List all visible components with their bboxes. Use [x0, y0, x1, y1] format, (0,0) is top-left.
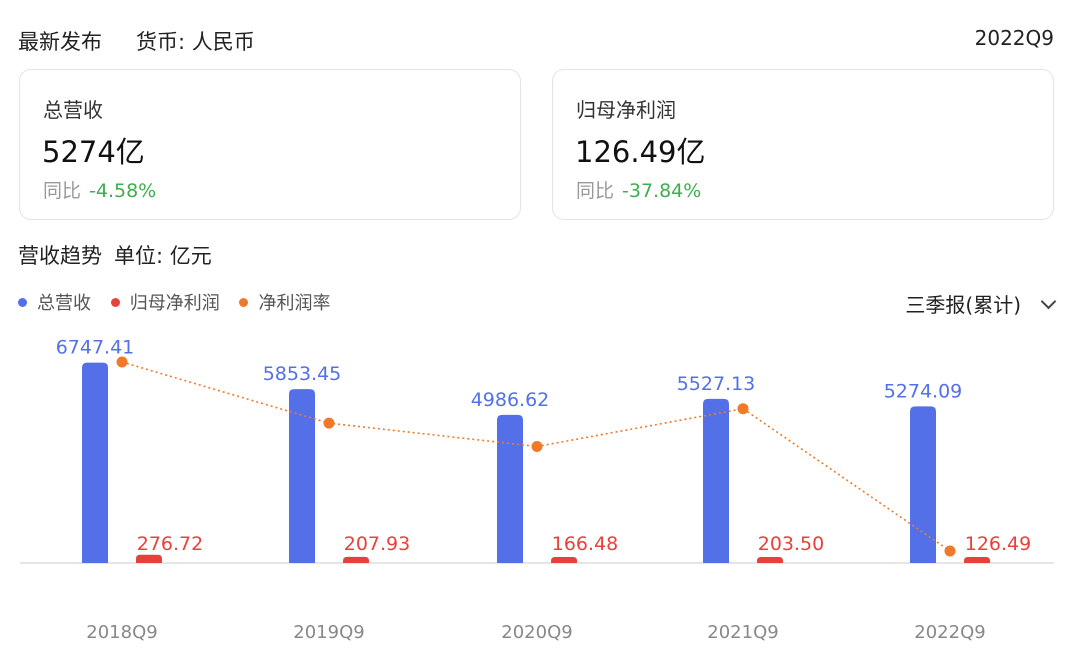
net-profit-bar[interactable]: [551, 557, 577, 563]
x-tick-label: 2018Q9: [86, 622, 157, 643]
net-profit-bar[interactable]: [343, 556, 369, 563]
net-margin-point[interactable]: [116, 356, 128, 368]
revenue-data-label: 6747.41: [56, 337, 135, 359]
revenue-data-label: 5853.45: [263, 363, 342, 385]
revenue-bar[interactable]: [289, 389, 315, 563]
net-profit-data-label: 203.50: [758, 533, 824, 555]
net-profit-data-label: 166.48: [552, 533, 618, 555]
revenue-bar[interactable]: [82, 362, 108, 563]
net-profit-data-label: 126.49: [965, 533, 1031, 555]
revenue-bar[interactable]: [910, 406, 936, 563]
net-margin-point[interactable]: [737, 403, 749, 415]
revenue-bar[interactable]: [703, 398, 729, 563]
x-tick-label: 2020Q9: [501, 622, 572, 643]
revenue-data-label: 5274.09: [884, 380, 963, 402]
revenue-data-label: 5527.13: [677, 373, 756, 395]
x-tick-label: 2021Q9: [707, 622, 778, 643]
x-tick-label: 2022Q9: [914, 622, 985, 643]
net-margin-point[interactable]: [944, 545, 956, 557]
net-profit-data-label: 207.93: [344, 533, 410, 555]
net-profit-bar[interactable]: [136, 554, 162, 563]
revenue-profit-chart: 6747.41 276.72 2018Q9 5853.45 207.93 2019Q9 49…: [20, 337, 1054, 643]
net-profit-bar[interactable]: [964, 557, 990, 563]
revenue-data-label: 4986.62: [471, 389, 550, 411]
net-margin-point[interactable]: [531, 440, 543, 452]
revenue-bar[interactable]: [497, 414, 523, 563]
net-profit-data-label: 276.72: [137, 533, 203, 555]
x-tick-label: 2019Q9: [293, 622, 364, 643]
net-margin-point[interactable]: [323, 417, 335, 429]
net-profit-bar[interactable]: [757, 556, 783, 563]
